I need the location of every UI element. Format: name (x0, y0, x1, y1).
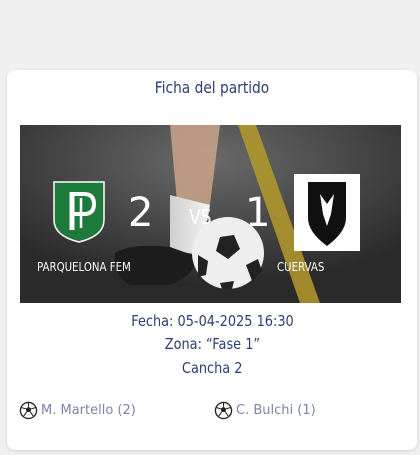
home-score: 2 (128, 190, 154, 236)
home-team-logo (50, 178, 108, 244)
parquelona-crest-icon (53, 181, 105, 243)
match-zone-text: Zona: “Fase 1” (164, 335, 260, 353)
vs-label: VS (188, 205, 212, 229)
cuervas-crest-icon (308, 182, 346, 246)
soccer-ball-icon (214, 401, 233, 420)
home-team-name: PARQUELONA FEM (37, 260, 131, 274)
away-score: 1 (245, 190, 271, 236)
away-scorer-label: C. Bulchi (1) (236, 403, 316, 418)
match-court-text: Cancha 2 (181, 359, 243, 377)
match-date-text: Fecha: 05-04-2025 16:30 (130, 312, 294, 330)
match-date: Fecha: 05-04-2025 16:30 (7, 312, 417, 330)
match-card: Ficha del partido 2 VS 1 PARQUELONA FEM … (7, 70, 417, 450)
match-banner: 2 VS 1 PARQUELONA FEM CUERVAS (20, 125, 401, 303)
page-title: Ficha del partido (154, 78, 270, 97)
match-court: Cancha 2 (7, 359, 417, 377)
away-team-logo (294, 174, 360, 251)
home-scorer: M. Martello (2) (19, 401, 136, 420)
away-scorer: C. Bulchi (1) (214, 401, 316, 420)
soccer-ball-icon (19, 401, 38, 420)
away-team-name: CUERVAS (277, 260, 325, 274)
match-zone: Zona: “Fase 1” (7, 335, 417, 353)
home-scorer-label: M. Martello (2) (41, 403, 136, 418)
